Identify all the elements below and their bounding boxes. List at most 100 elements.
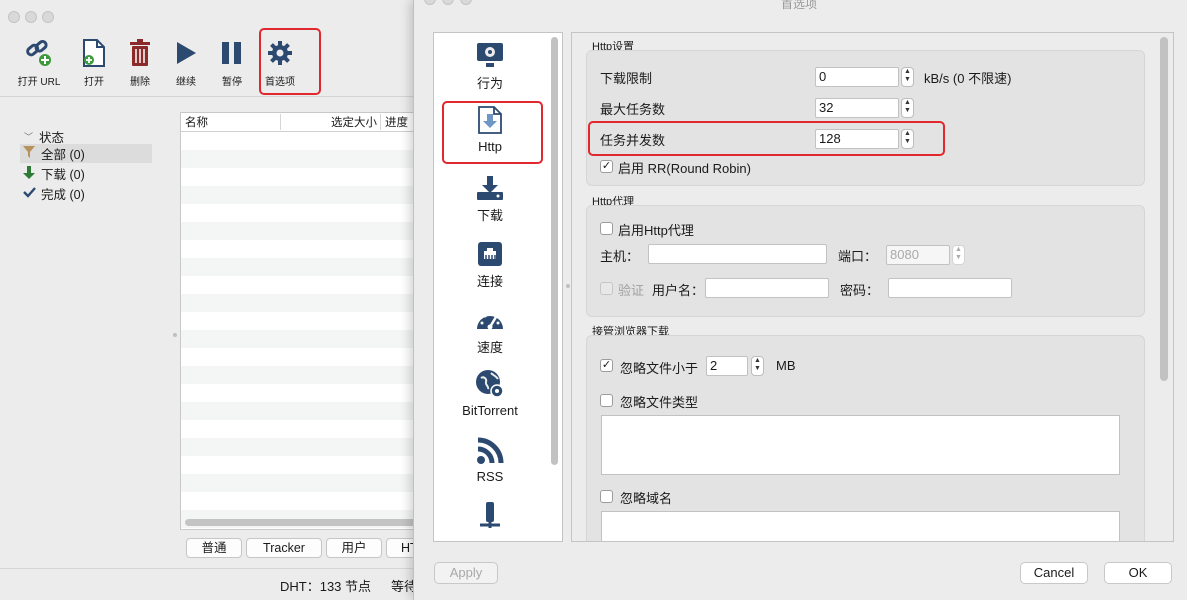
category-label: 速度: [476, 340, 503, 355]
category-label: 连接: [476, 274, 503, 289]
proxy-port-input[interactable]: 8080: [886, 245, 950, 265]
ignore-domains-textarea[interactable]: [601, 511, 1120, 541]
ignore-types-checkbox[interactable]: [600, 394, 613, 407]
speed-limit-stepper[interactable]: ▲ ▼: [901, 67, 914, 87]
list-row: [181, 312, 419, 330]
list-row: [181, 348, 419, 366]
category-behavior[interactable]: 行为: [434, 35, 546, 92]
tab-peers[interactable]: 用户: [326, 538, 382, 558]
list-row: [181, 240, 419, 258]
main-window: 打开 URL 打开 删除 继续 暂停 首选项 ﹀ 状态 全部 (0) 下载 (0…: [0, 0, 426, 600]
ignore-types-label: 忽略文件类型: [620, 395, 699, 410]
category-connection[interactable]: 连接: [434, 233, 546, 290]
list-row: [181, 294, 419, 312]
horizontal-scrollbar[interactable]: [185, 519, 417, 526]
proxy-host-input[interactable]: [648, 244, 827, 264]
download-tray-icon: [434, 167, 546, 201]
speed-limit-input[interactable]: 0: [815, 67, 899, 87]
category-label: RSS: [476, 469, 504, 484]
list-row: [181, 420, 419, 438]
dialog-title: 首选项: [781, 0, 818, 11]
enable-proxy-label: 启用Http代理: [618, 223, 694, 238]
dialog-close-button[interactable]: [424, 0, 436, 5]
column-selected-size[interactable]: 选定大小: [281, 114, 381, 130]
list-row: [181, 492, 419, 510]
column-progress[interactable]: 进度: [381, 114, 408, 130]
filter-icon: [20, 146, 38, 161]
category-label: ...: [434, 535, 546, 541]
sidebar-item-all[interactable]: 全部 (0): [20, 144, 152, 163]
ignore-size-stepper[interactable]: ▲ ▼: [751, 356, 764, 376]
sidebar-item-completed[interactable]: 完成 (0): [20, 184, 152, 203]
speed-limit-unit: kB/s (0 不限速): [924, 71, 1012, 86]
chevron-down-icon: ﹀: [24, 132, 34, 142]
toolbar-divider: [0, 96, 420, 97]
round-robin-checkbox[interactable]: ✓: [600, 160, 613, 173]
close-window-button[interactable]: [8, 11, 20, 23]
ignore-size-checkbox[interactable]: ✓: [600, 359, 613, 372]
list-rows: [181, 132, 419, 528]
dht-status: DHT：133 节点: [280, 579, 372, 594]
proxy-port-stepper[interactable]: ▲ ▼: [952, 245, 965, 265]
enable-proxy-checkbox[interactable]: [600, 222, 613, 235]
ignore-size-unit: MB: [776, 358, 796, 373]
ignore-size-label: 忽略文件小于: [620, 361, 699, 376]
globe-gear-icon: [434, 365, 546, 399]
zoom-window-button[interactable]: [42, 11, 54, 23]
list-row: [181, 402, 419, 420]
dialog-splitter-handle[interactable]: [566, 284, 570, 288]
list-row: [181, 456, 419, 474]
down-arrow-icon: [20, 165, 38, 182]
speed-limit-label: 下载限制: [600, 71, 653, 86]
ethernet-port-icon: [434, 233, 546, 267]
max-tasks-stepper[interactable]: ▲ ▼: [901, 98, 914, 118]
sidebar-item-downloading[interactable]: 下载 (0): [20, 164, 152, 183]
round-robin-label: 启用 RR(Round Robin): [618, 161, 751, 176]
sidebar-item-label: 下载 (0): [41, 168, 85, 182]
proxy-auth-checkbox[interactable]: [600, 282, 613, 295]
form-scrollbar[interactable]: [1160, 37, 1168, 381]
splitter-handle[interactable]: [173, 333, 177, 337]
usb-plug-icon: [434, 497, 546, 531]
max-tasks-input[interactable]: 32: [815, 98, 899, 118]
dialog-zoom-button[interactable]: [460, 0, 472, 5]
apply-button[interactable]: Apply: [434, 562, 498, 584]
category-rss[interactable]: RSS: [434, 431, 546, 484]
dialog-minimize-button[interactable]: [442, 0, 454, 5]
ok-button[interactable]: OK: [1104, 562, 1172, 584]
transfer-list[interactable]: 名称 选定大小 进度: [180, 112, 420, 530]
sidebar-item-label: 全部 (0): [41, 148, 85, 162]
cancel-button[interactable]: Cancel: [1020, 562, 1088, 584]
list-row: [181, 366, 419, 384]
proxy-password-input[interactable]: [888, 278, 1012, 298]
monitor-gear-icon: [434, 35, 546, 69]
ignore-domains-label: 忽略域名: [620, 491, 673, 506]
list-row: [181, 222, 419, 240]
speedometer-icon: [434, 299, 546, 333]
list-row: [181, 168, 419, 186]
category-bittorrent[interactable]: BitTorrent: [434, 365, 546, 418]
category-scrollbar[interactable]: [551, 37, 558, 465]
proxy-auth-label: 验证: [618, 283, 645, 298]
highlight-box-concurrency: [588, 121, 945, 156]
list-row: [181, 204, 419, 222]
ignore-types-textarea[interactable]: [601, 415, 1120, 475]
open-url-button[interactable]: 打开 URL: [11, 34, 67, 88]
ignore-domains-checkbox[interactable]: [600, 490, 613, 503]
list-header: 名称 选定大小 进度: [181, 113, 419, 132]
status-bar: DHT：133 节点 等待: [0, 568, 420, 600]
max-tasks-label: 最大任务数: [600, 102, 666, 117]
list-row: [181, 186, 419, 204]
proxy-username-input[interactable]: [705, 278, 829, 298]
ignore-size-input[interactable]: 2: [706, 356, 748, 376]
proxy-port-label: 端口：: [838, 249, 878, 264]
category-advanced[interactable]: ...: [434, 497, 546, 541]
proxy-username-label: 用户名：: [652, 283, 705, 298]
column-name[interactable]: 名称: [181, 114, 281, 130]
tab-general[interactable]: 普通: [186, 538, 242, 558]
minimize-window-button[interactable]: [25, 11, 37, 23]
category-download[interactable]: 下载: [434, 167, 546, 224]
category-speed[interactable]: 速度: [434, 299, 546, 356]
open-url-icon: [11, 34, 67, 72]
tab-tracker[interactable]: Tracker: [246, 538, 322, 558]
